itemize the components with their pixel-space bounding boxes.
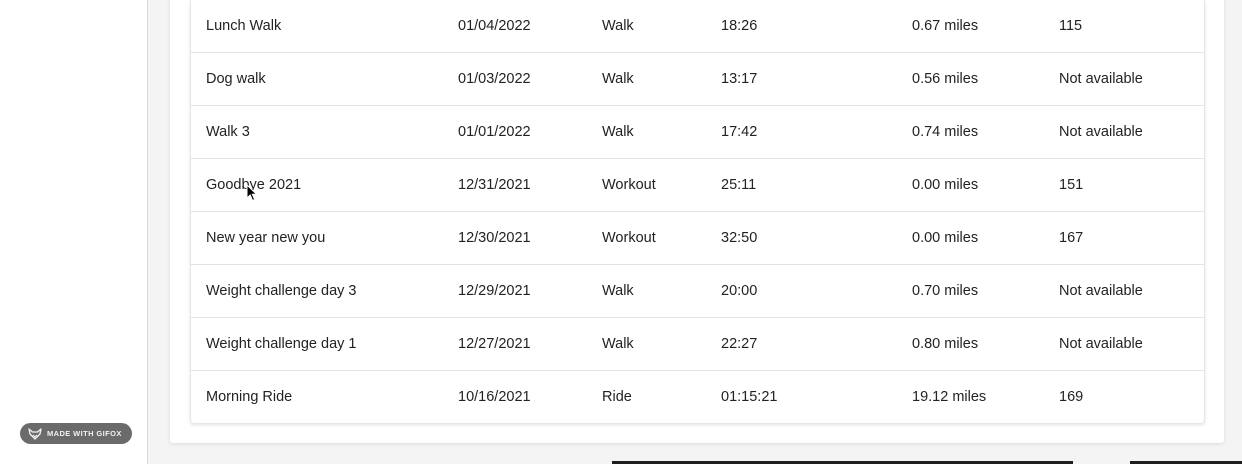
activity-heart-rate: 115 bbox=[1059, 18, 1083, 34]
activity-type: Walk bbox=[602, 124, 634, 140]
activity-heart-rate: Not available bbox=[1059, 283, 1143, 299]
activity-duration: 17:42 bbox=[721, 124, 758, 140]
activity-date: 12/30/2021 bbox=[458, 230, 531, 246]
table-row[interactable]: New year new you 12/30/2021 Workout 32:5… bbox=[191, 212, 1204, 265]
activity-date: 01/04/2022 bbox=[458, 18, 531, 34]
activity-distance: 0.00 miles bbox=[912, 177, 979, 193]
activity-heart-rate: Not available bbox=[1059, 71, 1143, 87]
activity-name[interactable]: Walk 3 bbox=[206, 106, 250, 158]
activity-name[interactable]: Dog walk bbox=[206, 53, 266, 105]
badge-label: MADE WITH GIFOX bbox=[47, 429, 122, 438]
activity-heart-rate: 167 bbox=[1059, 230, 1084, 246]
table-row[interactable]: Goodbye 2021 12/31/2021 Workout 25:11 0.… bbox=[191, 159, 1204, 212]
table-row[interactable]: Weight challenge day 3 12/29/2021 Walk 2… bbox=[191, 265, 1204, 318]
activity-duration: 25:11 bbox=[721, 177, 757, 193]
activity-distance: 0.74 miles bbox=[912, 124, 979, 140]
activity-heart-rate: 151 bbox=[1059, 177, 1084, 193]
activity-type: Walk bbox=[602, 283, 634, 299]
activity-type: Workout bbox=[602, 177, 656, 193]
activity-type: Workout bbox=[602, 230, 656, 246]
activity-distance: 0.70 miles bbox=[912, 283, 979, 299]
activity-date: 01/03/2022 bbox=[458, 71, 531, 87]
activity-type: Walk bbox=[602, 71, 634, 87]
activity-heart-rate: 169 bbox=[1059, 389, 1084, 405]
activity-distance: 0.00 miles bbox=[912, 230, 979, 246]
activity-duration: 18:26 bbox=[721, 18, 758, 34]
table-row[interactable]: Lunch Walk 01/04/2022 Walk 18:26 0.67 mi… bbox=[191, 0, 1204, 53]
activity-distance: 0.56 miles bbox=[912, 71, 979, 87]
table-row[interactable]: Walk 3 01/01/2022 Walk 17:42 0.74 miles … bbox=[191, 106, 1204, 159]
table-row[interactable]: Dog walk 01/03/2022 Walk 13:17 0.56 mile… bbox=[191, 53, 1204, 106]
activity-duration: 32:50 bbox=[721, 230, 758, 246]
made-with-gifox-badge: MADE WITH GIFOX bbox=[20, 423, 132, 444]
activity-name[interactable]: Morning Ride bbox=[206, 371, 292, 423]
sidebar: MADE WITH GIFOX bbox=[0, 0, 148, 464]
activity-distance: 0.80 miles bbox=[912, 336, 979, 352]
activity-distance: 0.67 miles bbox=[912, 18, 979, 34]
activities-table: Lunch Walk 01/04/2022 Walk 18:26 0.67 mi… bbox=[190, 0, 1205, 423]
activity-date: 12/29/2021 bbox=[458, 283, 531, 299]
activity-date: 12/31/2021 bbox=[458, 177, 531, 193]
activity-name[interactable]: New year new you bbox=[206, 212, 325, 264]
table-row[interactable]: Weight challenge day 1 12/27/2021 Walk 2… bbox=[191, 318, 1204, 371]
activity-date: 01/01/2022 bbox=[458, 124, 531, 140]
activity-type: Walk bbox=[602, 336, 634, 352]
activity-name[interactable]: Weight challenge day 1 bbox=[206, 318, 356, 370]
activity-duration: 01:15:21 bbox=[721, 389, 778, 405]
fox-icon bbox=[28, 427, 42, 440]
mouse-cursor-icon bbox=[246, 184, 258, 202]
activity-duration: 20:00 bbox=[721, 283, 758, 299]
activity-distance: 19.12 miles bbox=[912, 389, 987, 405]
activity-date: 10/16/2021 bbox=[458, 389, 531, 405]
activity-name[interactable]: Weight challenge day 3 bbox=[206, 265, 356, 317]
activity-date: 12/27/2021 bbox=[458, 336, 531, 352]
table-row[interactable]: Morning Ride 10/16/2021 Ride 01:15:21 19… bbox=[191, 371, 1204, 423]
activity-heart-rate: Not available bbox=[1059, 336, 1143, 352]
activity-type: Walk bbox=[602, 18, 634, 34]
activity-duration: 13:17 bbox=[721, 71, 758, 87]
activity-duration: 22:27 bbox=[721, 336, 758, 352]
activity-name[interactable]: Lunch Walk bbox=[206, 0, 281, 52]
activity-heart-rate: Not available bbox=[1059, 124, 1143, 140]
activity-type: Ride bbox=[602, 389, 632, 405]
